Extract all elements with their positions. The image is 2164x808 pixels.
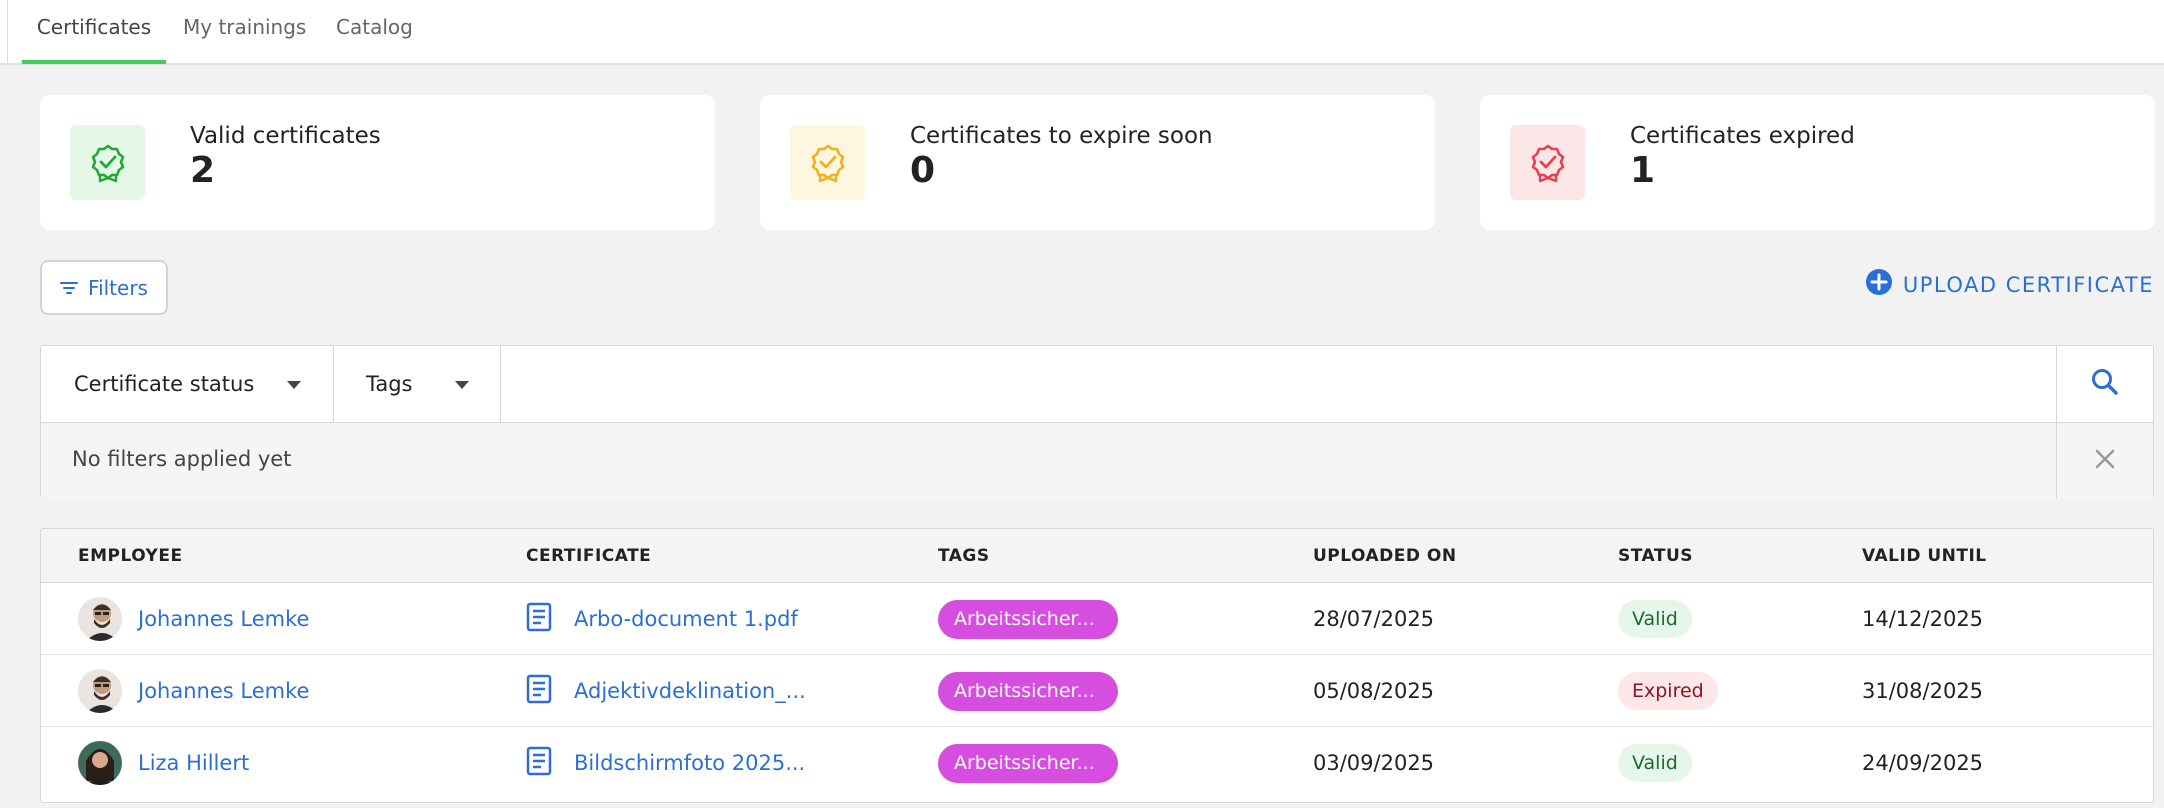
status-badge: Valid [1618, 744, 1692, 782]
tags-cell: Arbeitssicher... [938, 583, 1118, 655]
table-row[interactable]: Johannes Lemke Arbo-document 1.pdf Arbei… [41, 583, 2153, 655]
top-nav: Certificates My trainings Catalog [0, 0, 2164, 65]
avatar [78, 741, 122, 785]
clear-filters-button[interactable] [2056, 423, 2153, 499]
tag-chip[interactable]: Arbeitssicher... [938, 599, 1118, 639]
status-badge: Expired [1618, 672, 1718, 710]
status-cell: Valid [1618, 583, 1692, 655]
card-count: 2 [190, 150, 216, 191]
tag-chip[interactable]: Arbeitssicher... [938, 671, 1118, 711]
search-button[interactable] [2056, 346, 2153, 422]
valid-until-cell: 14/12/2025 [1862, 607, 1984, 631]
status-cell: Expired [1618, 655, 1718, 727]
column-header-valid-until[interactable]: VALID UNTIL [1862, 546, 1987, 566]
filter-icon [60, 276, 79, 300]
valid-until-cell: 31/08/2025 [1862, 679, 1984, 703]
status-cell: Valid [1618, 727, 1692, 799]
select-label: Certificate status [74, 372, 255, 396]
uploaded-on-cell: 05/08/2025 [1313, 679, 1435, 703]
status-badge: Valid [1618, 600, 1692, 638]
upload-certificate-button[interactable]: UPLOAD CERTIFICATE [1865, 268, 2154, 301]
certificate-file-link[interactable]: Arbo-document 1.pdf [574, 607, 798, 631]
close-icon [2094, 448, 2116, 474]
card-count: 0 [910, 150, 936, 191]
tags-cell: Arbeitssicher... [938, 727, 1118, 799]
expiring-certificates-card: Certificates to expire soon 0 [760, 95, 1435, 230]
certificate-status-select[interactable]: Certificate status [41, 346, 334, 422]
no-filters-message: No filters applied yet [72, 447, 292, 471]
card-label: Valid certificates [190, 123, 381, 149]
employee-cell: Johannes Lemke [78, 583, 309, 655]
tags-cell: Arbeitssicher... [938, 655, 1118, 727]
filter-panel: Certificate status Tags No filters appli… [40, 345, 2154, 499]
select-label: Tags [366, 372, 413, 396]
chevron-down-icon [287, 381, 301, 389]
tab-certificates[interactable]: Certificates [22, 0, 166, 64]
column-header-status[interactable]: STATUS [1618, 546, 1693, 566]
certificate-file-link[interactable]: Adjektivdeklination_... [574, 679, 806, 703]
certificate-cell: Arbo-document 1.pdf [526, 583, 798, 655]
valid-until-cell: 24/09/2025 [1862, 751, 1984, 775]
chevron-down-icon [455, 381, 469, 389]
avatar [78, 597, 122, 641]
employee-name-link[interactable]: Johannes Lemke [138, 679, 309, 703]
certificates-table: EMPLOYEE CERTIFICATE TAGS UPLOADED ON ST… [40, 528, 2154, 803]
expired-certificates-card: Certificates expired 1 [1480, 95, 2155, 230]
search-icon [2090, 367, 2120, 401]
tab-my-trainings[interactable]: My trainings [183, 0, 343, 63]
valid-certificates-card: Valid certificates 2 [40, 95, 715, 230]
certificate-cell: Bildschirmfoto 2025... [526, 727, 805, 799]
avatar [78, 669, 122, 713]
nav-divider [7, 0, 8, 63]
column-header-certificate[interactable]: CERTIFICATE [526, 546, 651, 566]
column-header-employee[interactable]: EMPLOYEE [78, 546, 183, 566]
employee-name-link[interactable]: Liza Hillert [138, 751, 249, 775]
card-count: 1 [1630, 150, 1656, 191]
employee-name-link[interactable]: Johannes Lemke [138, 607, 309, 631]
tags-select[interactable]: Tags [334, 346, 501, 422]
certificate-cell: Adjektivdeklination_... [526, 655, 806, 727]
expired-certificate-icon [1510, 125, 1585, 200]
applied-filters-row: No filters applied yet [41, 422, 2153, 499]
tab-catalog[interactable]: Catalog [336, 0, 416, 63]
document-icon [526, 674, 552, 709]
document-icon [526, 746, 552, 781]
table-row[interactable]: Johannes Lemke Adjektivdeklination_... A… [41, 655, 2153, 727]
document-icon [526, 602, 552, 637]
search-input[interactable] [501, 346, 2057, 422]
card-label: Certificates to expire soon [910, 123, 1213, 149]
table-header: EMPLOYEE CERTIFICATE TAGS UPLOADED ON ST… [41, 529, 2153, 583]
upload-label: UPLOAD CERTIFICATE [1902, 272, 2154, 297]
add-circle-icon [1865, 268, 1893, 301]
employee-cell: Johannes Lemke [78, 655, 309, 727]
card-label: Certificates expired [1630, 123, 1855, 149]
tag-chip[interactable]: Arbeitssicher... [938, 743, 1118, 783]
certificate-file-link[interactable]: Bildschirmfoto 2025... [574, 751, 805, 775]
uploaded-on-cell: 03/09/2025 [1313, 751, 1435, 775]
filters-button[interactable]: Filters [40, 260, 168, 315]
filters-label: Filters [88, 275, 148, 300]
table-row[interactable]: Liza Hillert Bildschirmfoto 2025... Arbe… [41, 727, 2153, 799]
column-header-tags[interactable]: TAGS [938, 546, 990, 566]
valid-certificate-icon [70, 125, 145, 200]
uploaded-on-cell: 28/07/2025 [1313, 607, 1435, 631]
column-header-uploaded-on[interactable]: UPLOADED ON [1313, 546, 1457, 566]
expiring-certificate-icon [790, 125, 865, 200]
employee-cell: Liza Hillert [78, 727, 249, 799]
